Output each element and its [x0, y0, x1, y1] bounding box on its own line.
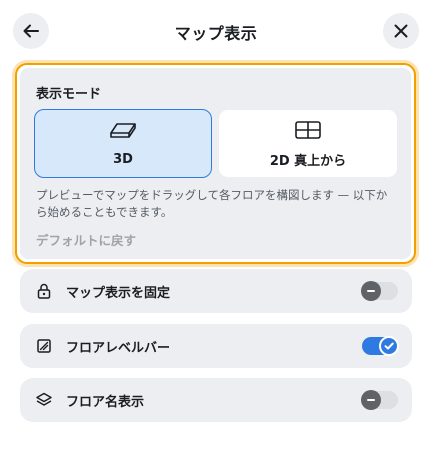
minus-icon — [367, 399, 375, 401]
mode-option-3d[interactable]: 3D — [34, 109, 212, 178]
reset-default-button[interactable]: デフォルトに戻す — [36, 230, 136, 249]
setting-row-floor-names[interactable]: フロア名表示 — [20, 378, 412, 422]
floor-level-bar-toggle[interactable] — [362, 336, 399, 356]
page-title: マップ表示 — [174, 24, 258, 43]
setting-label-floor-level-bar: フロアレベルバー — [66, 341, 171, 356]
setting-label-floor-names: フロア名表示 — [66, 395, 145, 410]
level-bar-icon — [37, 339, 51, 353]
mode-option-3d-label: 3D — [113, 151, 133, 167]
setting-row-lock-map[interactable]: マップ表示を固定 — [20, 269, 412, 313]
close-icon — [394, 24, 408, 38]
display-mode-panel: 表示モード 3D 2D 真上から プレビューでマップをドラッグして各フロアを構図… — [15, 63, 416, 264]
minus-icon — [367, 290, 375, 292]
toggle-knob — [361, 281, 381, 301]
toggle-knob — [379, 336, 399, 356]
floor-names-toggle[interactable] — [361, 390, 398, 410]
display-mode-inner: 表示モード 3D 2D 真上から プレビューでマップをドラッグして各フロアを構図… — [20, 68, 411, 259]
setting-label-lock-map: マップ表示を固定 — [66, 286, 171, 301]
display-mode-description: プレビューでマップをドラッグして各フロアを構図します — 以下から始めることもで… — [36, 188, 388, 219]
3d-box-icon — [110, 122, 136, 138]
check-icon — [384, 342, 394, 350]
lock-map-toggle[interactable] — [361, 281, 398, 301]
layers-icon — [36, 392, 52, 406]
toggle-knob — [361, 390, 381, 410]
header: マップ表示 — [0, 0, 432, 62]
grid-top-view-icon — [295, 120, 321, 139]
mode-option-2d-label: 2D 真上から — [269, 153, 347, 169]
mode-option-2d[interactable]: 2D 真上から — [218, 109, 398, 178]
close-button[interactable] — [383, 13, 419, 49]
lock-icon — [37, 283, 51, 299]
display-mode-label: 表示モード — [36, 87, 102, 102]
setting-row-floor-level-bar[interactable]: フロアレベルバー — [20, 324, 412, 368]
